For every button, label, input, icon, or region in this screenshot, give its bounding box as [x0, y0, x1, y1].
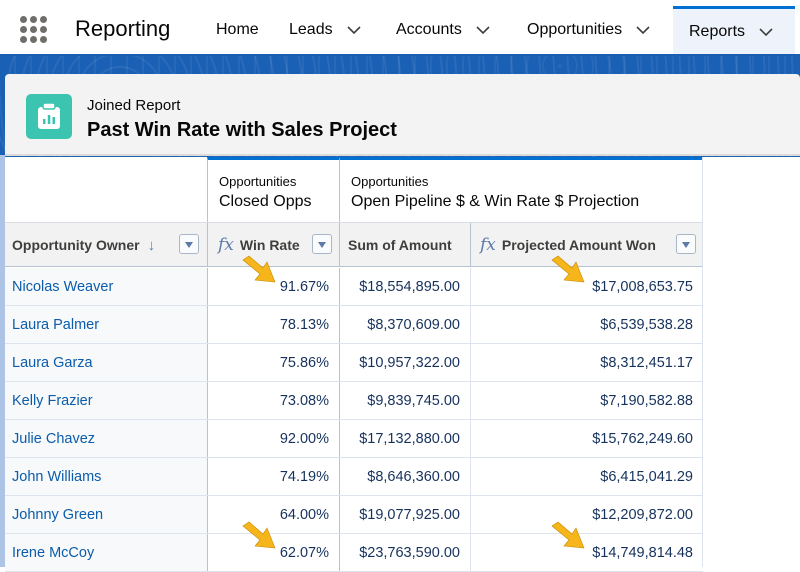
sum-of-amount-cell: $8,646,360.00 [339, 458, 470, 495]
chevron-down-icon[interactable] [347, 23, 361, 37]
win-rate-cell: 74.19% [207, 458, 339, 495]
nav-tab-label: Reports [689, 22, 746, 40]
column-header-win-rate[interactable]: fx Win Rate [207, 223, 339, 267]
projected-amount-won-cell: $15,762,249.60 [470, 420, 703, 457]
sort-descending-icon[interactable]: ↓ [148, 237, 156, 254]
owner-link[interactable]: Kelly Frazier [5, 382, 207, 419]
table-row: Julie Chavez 92.00% $17,132,880.00 $15,762,… [5, 420, 703, 458]
chevron-down-icon[interactable] [759, 25, 773, 39]
block-name: Closed Opps [219, 193, 312, 210]
nav-tab-accounts[interactable]: Accounts [396, 6, 490, 54]
block-header-open-pipeline: Opportunities Open Pipeline $ & Win Rate… [339, 157, 703, 222]
owner-link[interactable]: Johnny Green [5, 496, 207, 533]
owner-link[interactable]: Laura Palmer [5, 306, 207, 343]
projected-amount-won-cell: $6,539,538.28 [470, 306, 703, 343]
formula-fx-icon: fx [480, 235, 496, 255]
table-row: Kelly Frazier 73.08% $9,839,745.00 $7,190,5… [5, 382, 703, 420]
sum-of-amount-cell: $18,554,895.00 [339, 268, 470, 305]
column-header-label: Win Rate [239, 237, 300, 253]
table-row: Laura Garza 75.86% $10,957,322.00 $8,312,45… [5, 344, 703, 382]
column-header-row: Opportunity Owner ↓ fx Win Rate Sum of A… [5, 222, 703, 267]
projected-amount-won-cell: $7,190,582.88 [470, 382, 703, 419]
column-header-label: Projected Amount Won [501, 237, 656, 253]
owner-link[interactable]: Laura Garza [5, 344, 207, 381]
nav-tab-opportunities[interactable]: Opportunities [527, 6, 650, 54]
win-rate-cell: 64.00% [207, 496, 339, 533]
sum-of-amount-cell: $8,370,609.00 [339, 306, 470, 343]
block-name: Open Pipeline $ & Win Rate $ Projection [351, 193, 640, 210]
global-navigation-bar: Reporting Home Leads Accounts Opportunit… [0, 0, 800, 54]
nav-tab-label: Home [216, 21, 259, 38]
nav-tab-label: Accounts [396, 21, 462, 38]
report-clipboard-chart-icon [26, 94, 72, 139]
sum-of-amount-cell: $23,763,590.00 [339, 534, 470, 571]
projected-amount-won-cell: $14,749,814.48 [470, 534, 703, 571]
win-rate-cell: 62.07% [207, 534, 339, 571]
owner-link[interactable]: Irene McCoy [5, 534, 207, 571]
app-name: Reporting [75, 16, 171, 41]
block-header-closed-opps: Opportunities Closed Opps [207, 157, 339, 222]
nav-tab-leads[interactable]: Leads [289, 6, 361, 54]
chevron-down-icon[interactable] [636, 23, 650, 37]
sum-of-amount-cell: $19,077,925.00 [339, 496, 470, 533]
table-row: Irene McCoy 62.07% $23,763,590.00 $14,749,8… [5, 534, 703, 572]
owner-link[interactable]: John Williams [5, 458, 207, 495]
win-rate-cell: 75.86% [207, 344, 339, 381]
joined-report-table: Opportunities Closed Opps Opportunities … [5, 157, 800, 572]
column-menu-button[interactable] [179, 234, 199, 254]
projected-amount-won-cell: $6,415,041.29 [470, 458, 703, 495]
owner-link[interactable]: Nicolas Weaver [5, 268, 207, 305]
report-header: Joined Report Past Win Rate with Sales P… [5, 74, 800, 156]
column-menu-button[interactable] [676, 234, 696, 254]
sum-of-amount-cell: $17,132,880.00 [339, 420, 470, 457]
table-row: John Williams 74.19% $8,646,360.00 $6,415,0… [5, 458, 703, 496]
nav-tab-home[interactable]: Home [216, 6, 259, 54]
projected-amount-won-cell: $12,209,872.00 [470, 496, 703, 533]
table-right-border [702, 157, 703, 567]
nav-tab-reports[interactable]: Reports [673, 6, 795, 54]
sum-of-amount-cell: $10,957,322.00 [339, 344, 470, 381]
win-rate-cell: 78.13% [207, 306, 339, 343]
win-rate-cell: 92.00% [207, 420, 339, 457]
nav-tab-label: Leads [289, 21, 333, 38]
sum-of-amount-cell: $9,839,745.00 [339, 382, 470, 419]
block-object-label: Opportunities [351, 174, 429, 189]
table-row: Johnny Green 64.00% $19,077,925.00 $12,209,… [5, 496, 703, 534]
column-header-label: Opportunity Owner [12, 237, 140, 253]
column-header-projected-amount-won[interactable]: fx Projected Amount Won [470, 223, 703, 267]
column-header-opportunity-owner[interactable]: Opportunity Owner ↓ [5, 223, 207, 267]
column-header-sum-of-amount[interactable]: Sum of Amount [339, 223, 470, 267]
column-header-label: Sum of Amount [348, 237, 452, 253]
win-rate-cell: 73.08% [207, 382, 339, 419]
table-row: Laura Palmer 78.13% $8,370,609.00 $6,539,53… [5, 306, 703, 344]
projected-amount-won-cell: $8,312,451.17 [470, 344, 703, 381]
report-title: Past Win Rate with Sales Project [87, 119, 397, 141]
chevron-down-icon[interactable] [476, 23, 490, 37]
report-type-label: Joined Report [87, 97, 181, 114]
nav-tab-label: Opportunities [527, 21, 623, 38]
app-launcher-grid-icon[interactable] [20, 16, 48, 43]
owner-link[interactable]: Julie Chavez [5, 420, 207, 457]
table-row: Nicolas Weaver 91.67% $18,554,895.00 $17,00… [5, 268, 703, 306]
block-object-label: Opportunities [219, 174, 297, 189]
column-menu-button[interactable] [312, 234, 332, 254]
projected-amount-won-cell: $17,008,653.75 [470, 268, 703, 305]
formula-fx-icon: fx [218, 235, 234, 255]
win-rate-cell: 91.67% [207, 268, 339, 305]
